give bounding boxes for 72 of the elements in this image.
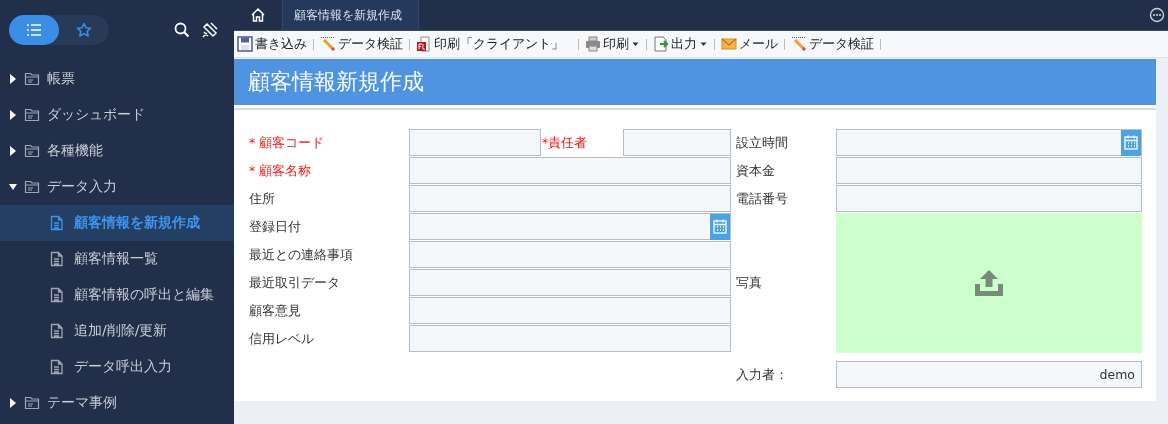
field-label: 入力者： [736,365,789,384]
input-field[interactable] [623,129,731,156]
document-icon [49,323,64,339]
more-icon[interactable] [1149,7,1165,23]
input-field[interactable]: demo [836,361,1142,388]
document-icon [49,251,64,267]
folder-label[interactable]: 各種機能 [47,142,103,160]
export-icon [653,36,669,52]
calendar-icon[interactable] [1121,130,1141,156]
field-label: 住所 [249,189,276,208]
input-field[interactable] [836,157,1142,184]
upload-icon[interactable] [973,268,1005,298]
input-field[interactable] [409,185,731,212]
field-label: 信用レベル [249,329,315,348]
printer-icon [585,36,601,52]
home-icon [250,7,266,23]
input-field[interactable] [409,241,731,268]
unpin-icon[interactable] [202,22,218,38]
folder-icon [24,143,40,159]
folder-label[interactable]: ダッシュボード [47,106,145,124]
export-button[interactable]: 出力 [651,33,710,55]
field-label: 最近取引データ [249,273,341,292]
field-label: 電話番号 [736,189,789,208]
field-label: 設立時間 [736,133,789,152]
pencil-icon [320,36,336,52]
star-icon [76,22,92,38]
document-icon [49,359,64,375]
save-icon [237,36,253,52]
folder-icon [24,179,40,195]
folder-label[interactable]: データ入力 [47,178,117,196]
input-field[interactable] [836,185,1142,212]
input-field[interactable] [409,325,731,352]
document-icon [49,287,64,303]
tree-item[interactable]: 顧客情報の呼出と編集 [0,277,234,313]
input-field[interactable] [409,157,731,184]
envelope-icon [721,36,737,52]
input-field[interactable] [409,297,731,324]
input-field[interactable] [409,269,731,296]
folder-icon [24,395,40,411]
input-field[interactable] [409,129,541,156]
field-label: *責任者 [542,133,589,152]
field-label: * 顧客コード [249,133,326,152]
verify-button[interactable]: データ検証 [318,33,405,55]
verify-button[interactable]: データ検証 [789,33,876,55]
calendar-icon[interactable] [710,214,730,240]
document-icon [49,215,64,231]
folder-label[interactable]: 帳票 [47,70,75,88]
search-icon[interactable] [174,22,190,38]
mail-button[interactable]: メール [719,33,780,55]
date-field[interactable] [836,129,1142,156]
folder-icon [24,71,40,87]
tree-item[interactable]: 追加/削除/更新 [0,313,234,349]
pdf-icon [416,36,432,52]
page-tab[interactable]: 顧客情報を新規作成 [282,0,419,30]
folder-icon [24,107,40,123]
list-icon [26,23,42,37]
page-title: 顧客情報新規作成 [234,59,1156,105]
field-label: 最近との連絡事項 [249,245,354,264]
save-button[interactable]: 書き込み [235,33,309,55]
print-button[interactable]: 印刷 [583,33,642,55]
tree-item[interactable]: 顧客情報一覧 [0,241,234,277]
pencil-icon [791,36,807,52]
field-label: 写真 [736,273,763,292]
date-field[interactable] [409,213,731,240]
tree-item[interactable]: データ呼出入力 [0,349,234,385]
menu-tab[interactable] [9,15,59,45]
print-client-button[interactable]: 印刷「クライアント」 [414,33,566,55]
field-label: * 顧客名称 [249,161,313,180]
field-label: 資本金 [736,161,776,180]
field-label: 顧客意見 [249,301,302,320]
folder-label[interactable]: テーマ事例 [47,394,117,412]
field-label: 登録日付 [249,217,302,236]
